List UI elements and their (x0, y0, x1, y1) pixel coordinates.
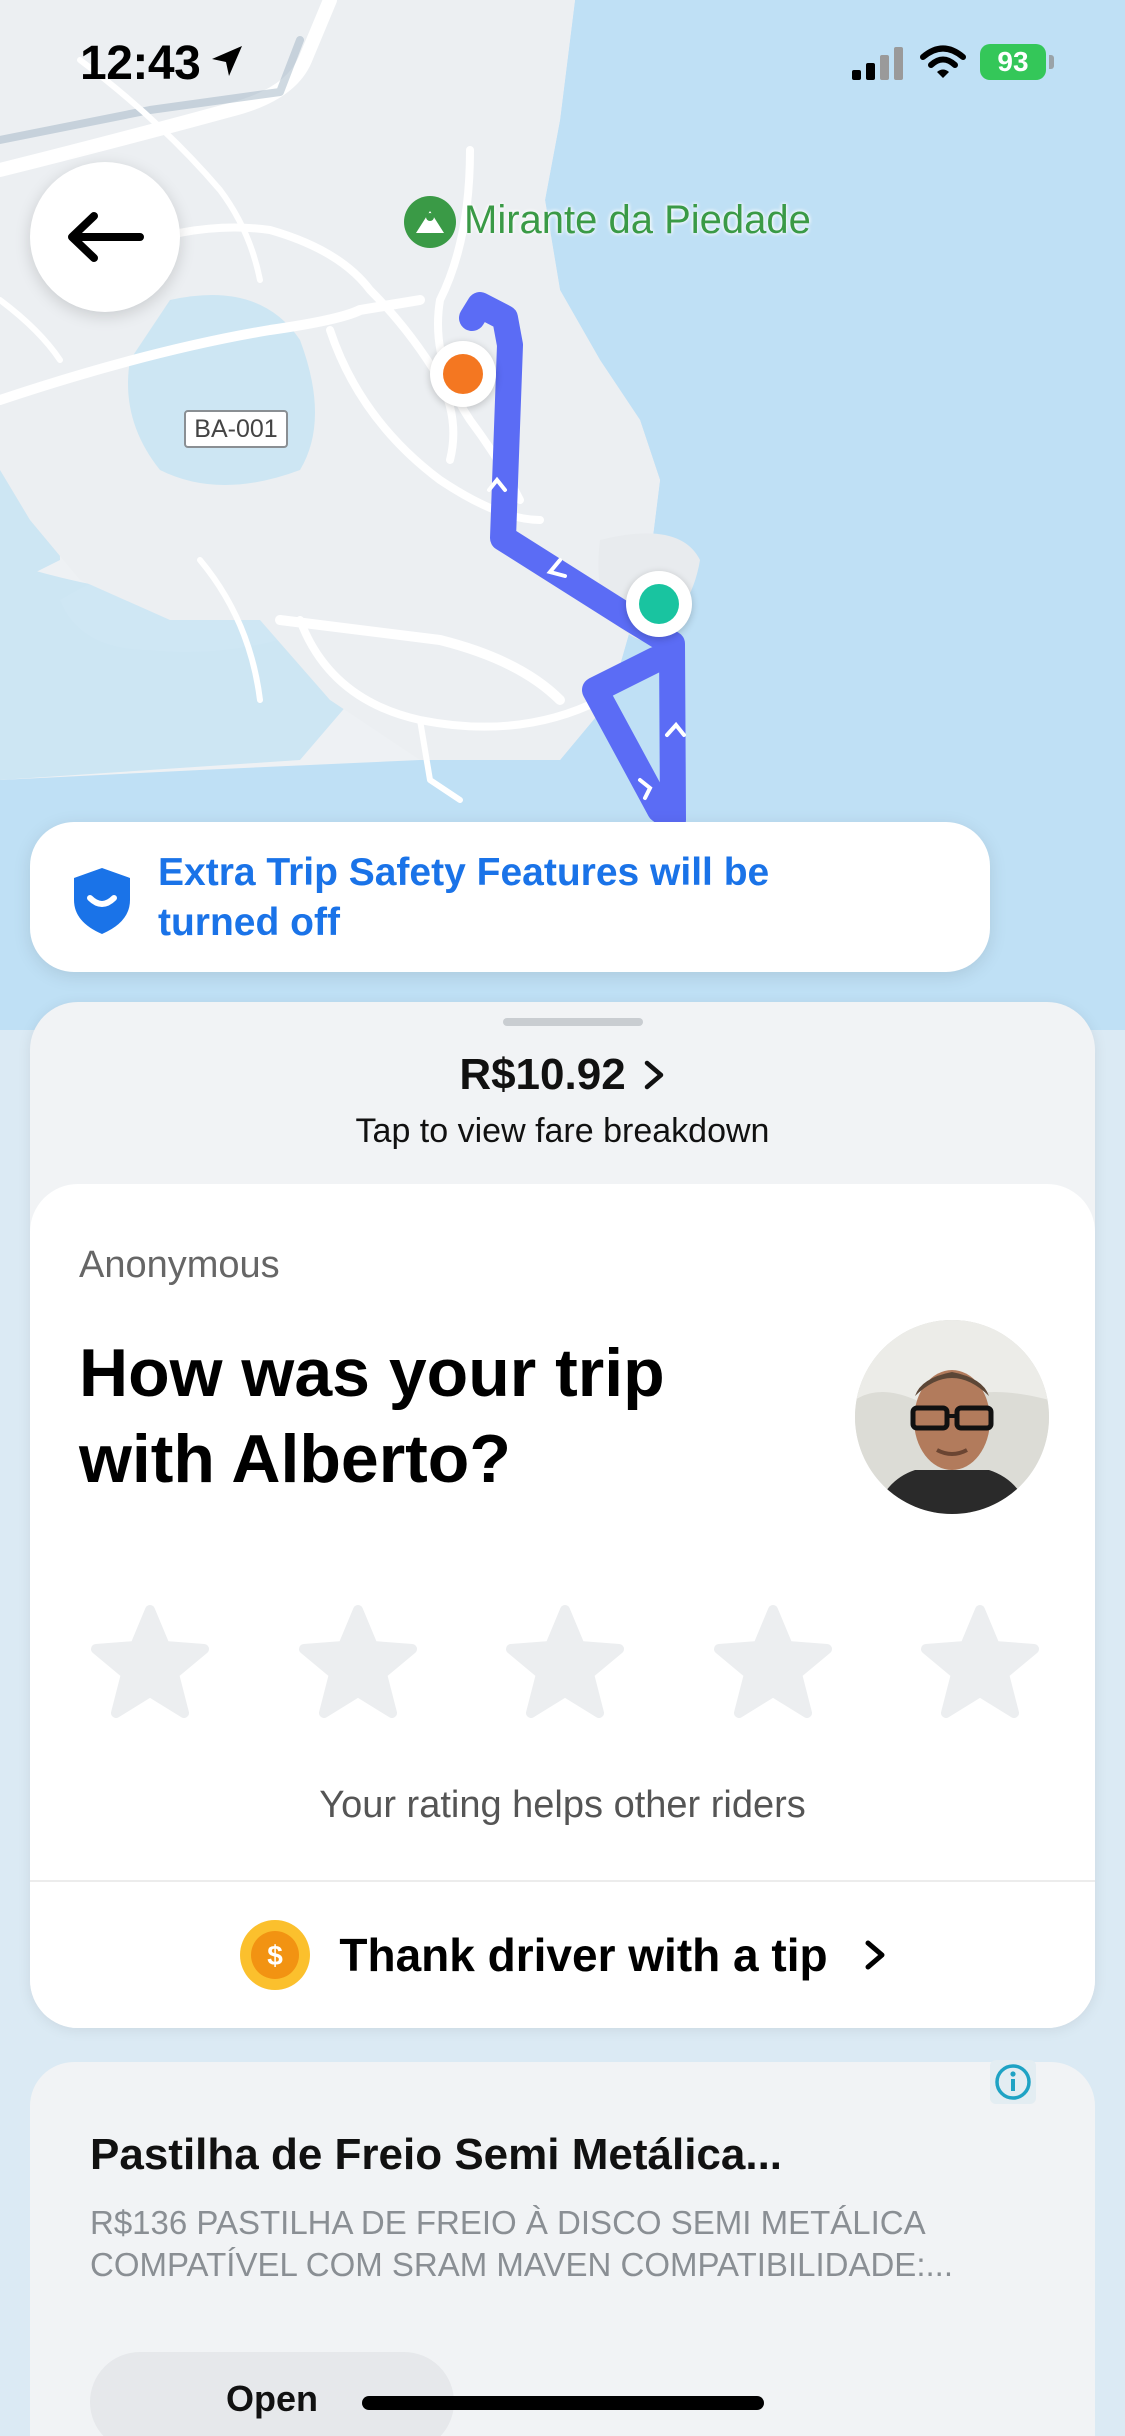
star-rating[interactable] (90, 1604, 1040, 1724)
safety-banner[interactable]: Extra Trip Safety Features will be turne… (30, 822, 990, 972)
ad-title: Pastilha de Freio Semi Metálica... (90, 2130, 783, 2179)
poi-label[interactable]: Mirante da Piedade (464, 198, 811, 243)
poi-pin-icon (404, 196, 456, 248)
safety-banner-text: Extra Trip Safety Features will be turne… (158, 851, 770, 944)
battery-cap (1049, 55, 1054, 69)
star-icon[interactable] (713, 1604, 833, 1720)
wifi-icon (920, 45, 966, 78)
fare-amount: R$10.92 (459, 1050, 626, 1099)
tip-label: Thank driver with a tip (339, 1929, 828, 1981)
rating-hint: Your rating helps other riders (319, 1784, 806, 1826)
driver-avatar (855, 1320, 1049, 1514)
dropoff-dot (639, 584, 679, 624)
sheet-drag-handle[interactable] (503, 1018, 643, 1026)
back-button[interactable] (30, 162, 180, 312)
rater-label: Anonymous (79, 1244, 280, 1286)
rating-card: Anonymous How was your trip with Alberto… (30, 1184, 1095, 2028)
trip-rating-sheet: R$10.92 Tap to view fare breakdown Anony… (30, 1002, 1095, 2028)
fare-button[interactable]: R$10.92 (30, 1046, 1095, 1104)
battery-indicator: 93 (980, 44, 1046, 80)
tip-button[interactable]: $ Thank driver with a tip (30, 1882, 1095, 2028)
coin-symbol: $ (268, 1940, 284, 1971)
road-label: BA-001 (184, 410, 288, 448)
arrow-left-icon (68, 212, 144, 262)
ad-description: R$136 PASTILHA DE FREIO À DISCO SEMI MET… (90, 2204, 953, 2283)
info-icon[interactable] (990, 2060, 1036, 2104)
chevron-right-icon (865, 1940, 885, 1970)
coin-icon: $ (240, 1920, 311, 1990)
dropoff-marker (626, 571, 692, 637)
pickup-dot (443, 354, 483, 394)
star-icon[interactable] (90, 1604, 210, 1720)
status-bar: 12:43 93 (0, 0, 1125, 130)
rating-question: How was your trip with Alberto? (79, 1335, 665, 1497)
status-time: 12:43 (80, 37, 201, 90)
pickup-marker (430, 341, 496, 407)
star-icon[interactable] (505, 1604, 625, 1720)
location-arrow-icon (212, 46, 242, 76)
star-icon[interactable] (920, 1604, 1040, 1720)
home-indicator[interactable] (362, 2396, 764, 2410)
driver-photo (855, 1320, 1049, 1514)
battery-level: 93 (997, 46, 1029, 77)
cellular-signal-icon (852, 47, 903, 80)
shield-icon (74, 868, 130, 934)
ad-open-button[interactable]: Open (90, 2352, 454, 2436)
chevron-right-icon (644, 1060, 663, 1090)
fare-breakdown-hint[interactable]: Tap to view fare breakdown (30, 1112, 1095, 1151)
star-icon[interactable] (298, 1604, 418, 1720)
